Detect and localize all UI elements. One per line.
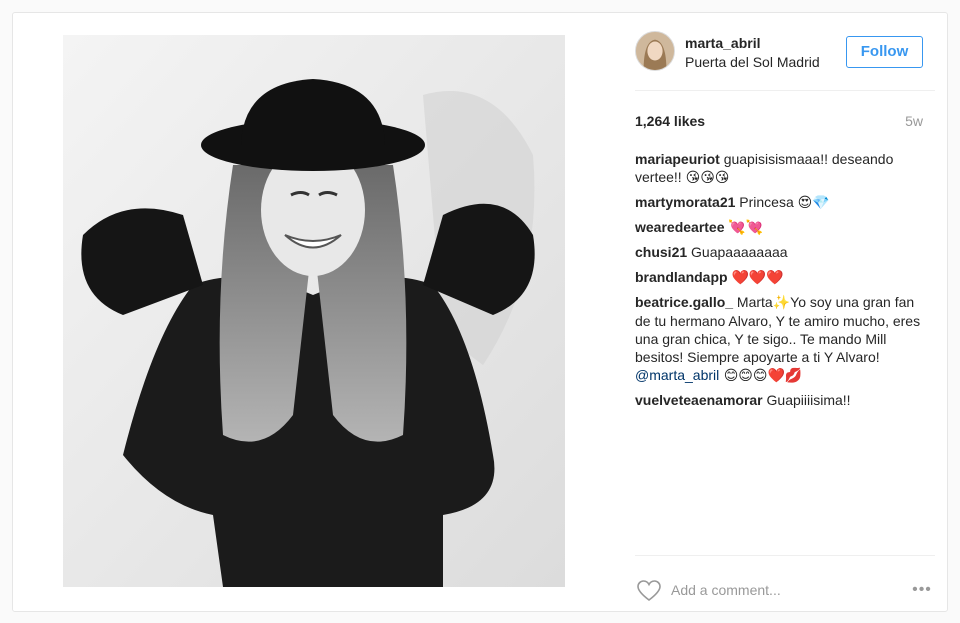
comment-text: Guapiiiisima!!	[762, 392, 851, 408]
comment-emoji: 💘💘	[728, 220, 764, 236]
comment-author[interactable]: wearedeartee	[635, 219, 725, 235]
comment-mention[interactable]: @marta_abril	[635, 367, 719, 383]
post-photo-image	[63, 35, 565, 587]
post-age[interactable]: 5w	[905, 113, 923, 129]
comment-item: beatrice.gallo_ Marta✨Yo soy una gran fa…	[635, 293, 925, 385]
follow-button[interactable]: Follow	[846, 36, 923, 68]
comment-author[interactable]: beatrice.gallo_	[635, 294, 733, 310]
post-details-panel: marta_abril Puerta del Sol Madrid Follow…	[635, 13, 935, 613]
comment-item: wearedeartee 💘💘	[635, 218, 925, 237]
comment-author[interactable]: vuelveteaenamorar	[635, 392, 763, 408]
comment-emoji: 😘😘😘	[685, 170, 730, 186]
post-card: marta_abril Puerta del Sol Madrid Follow…	[12, 12, 948, 612]
more-options-icon[interactable]: •••	[909, 582, 935, 598]
comment-text: Marta	[733, 294, 773, 310]
location-link[interactable]: Puerta del Sol Madrid	[685, 54, 820, 70]
comment-author[interactable]: brandlandapp	[635, 269, 728, 285]
avatar[interactable]	[635, 31, 675, 71]
comment-emoji: 😍💎	[797, 195, 830, 211]
avatar-image	[636, 32, 674, 70]
likes-count[interactable]: 1,264 likes	[635, 113, 705, 129]
post-stats: 1,264 likes 5w	[635, 113, 935, 133]
comment-footer: •••	[635, 555, 935, 613]
comment-item: mariapeuriot guapisisismaaa!! deseando v…	[635, 150, 925, 187]
username-link[interactable]: marta_abril	[685, 35, 760, 51]
comments-list: mariapeuriot guapisisismaaa!! deseando v…	[635, 150, 925, 416]
comment-author[interactable]: mariapeuriot	[635, 151, 720, 167]
comment-author[interactable]: chusi21	[635, 244, 687, 260]
comment-text: Guapaaaaaaaa	[687, 244, 788, 260]
comment-item: chusi21 Guapaaaaaaaa	[635, 243, 925, 262]
post-photo[interactable]	[63, 35, 565, 587]
comment-emoji: ❤️❤️❤️	[731, 270, 784, 286]
comment-item: vuelveteaenamorar Guapiiiisima!!	[635, 391, 925, 410]
comment-text: Princesa	[735, 194, 798, 210]
comment-item: martymorata21 Princesa 😍💎	[635, 193, 925, 212]
comment-emoji: 😊😊😊❤️💋	[719, 368, 803, 384]
comment-emoji: ✨	[772, 295, 791, 311]
comment-author[interactable]: martymorata21	[635, 194, 735, 210]
post-header: marta_abril Puerta del Sol Madrid Follow	[635, 13, 935, 91]
comment-item: brandlandapp ❤️❤️❤️	[635, 268, 925, 287]
heart-outline-icon[interactable]	[637, 580, 661, 602]
comment-input[interactable]	[671, 578, 891, 602]
